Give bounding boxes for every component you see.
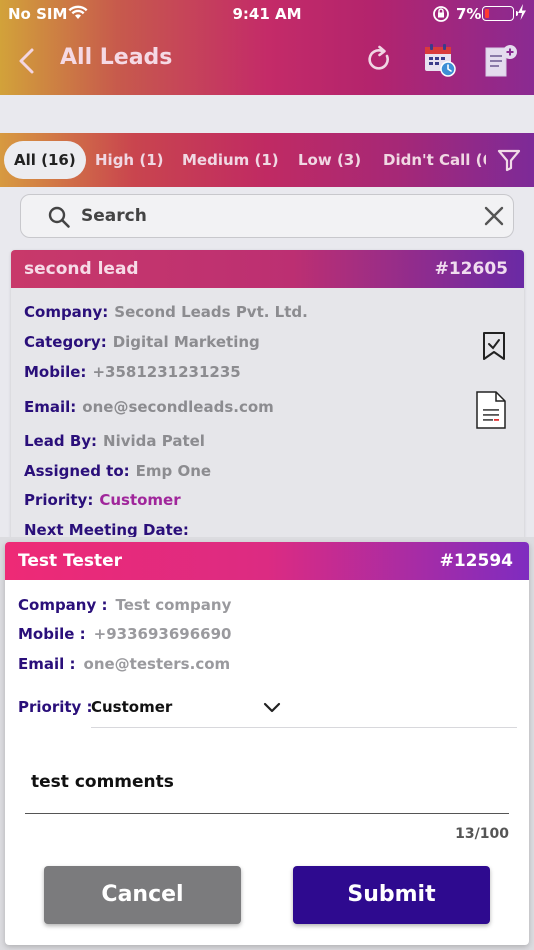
clear-search-icon[interactable] xyxy=(483,205,505,231)
refresh-icon[interactable] xyxy=(364,42,394,82)
lead-company-row: Company: Second Leads Pvt. Ltd. xyxy=(24,303,308,321)
add-note-icon[interactable] xyxy=(482,42,520,84)
filter-tab-medium[interactable]: Medium (1) xyxy=(182,141,279,179)
comment-char-counter: 13/100 xyxy=(455,826,509,842)
dialog-company-value: Test company xyxy=(115,596,232,614)
dialog-email-label: Email : xyxy=(18,655,76,673)
lead-mobile-label: Mobile: xyxy=(24,363,87,381)
battery-icon xyxy=(482,6,518,21)
priority-selected-value: Customer xyxy=(91,698,173,716)
search-input[interactable] xyxy=(81,203,461,229)
lead-assigned-label: Assigned to: xyxy=(24,462,130,480)
lead-mobile-row: Mobile: +3581231231235 xyxy=(24,363,241,381)
search-bar xyxy=(20,194,514,238)
lead-name: second lead xyxy=(24,259,139,279)
status-bar: No SIM 9:41 AM 7% xyxy=(0,0,534,28)
lead-email-value[interactable]: one@secondleads.com xyxy=(82,398,274,416)
bookmark-check-icon[interactable] xyxy=(480,330,508,366)
dialog-lead-name: Test Tester xyxy=(18,551,123,571)
filter-tab-all[interactable]: All (16) xyxy=(4,141,86,179)
lead-category-row: Category: Digital Marketing xyxy=(24,333,260,351)
lead-category-label: Category: xyxy=(24,333,107,351)
document-icon[interactable] xyxy=(474,390,508,434)
comment-text: test comments xyxy=(31,772,174,792)
dialog-email-value: one@testers.com xyxy=(83,655,231,673)
lead-company-label: Company: xyxy=(24,303,109,321)
lead-assigned-value: Emp One xyxy=(135,462,212,480)
update-lead-dialog: Test Tester #12594 Company : Test company… xyxy=(5,542,529,945)
dialog-company-row: Company : Test company xyxy=(18,596,231,614)
filter-tab-low[interactable]: Low (3) xyxy=(298,141,361,179)
lead-by-row: Lead By: Nivida Patel xyxy=(24,432,205,450)
lead-email-row: Email: one@secondleads.com xyxy=(24,398,274,416)
search-icon xyxy=(47,205,71,233)
lead-priority-label: Priority: xyxy=(24,491,94,509)
filter-tab-didnt-call[interactable]: Didn't Call (6 xyxy=(383,141,486,179)
lead-number: #12605 xyxy=(434,259,508,279)
app-header: No SIM 9:41 AM 7% All Leads xyxy=(0,0,534,95)
lead-company-value: Second Leads Pvt. Ltd. xyxy=(114,303,308,321)
lead-by-label: Lead By: xyxy=(24,432,98,450)
lead-category-value: Digital Marketing xyxy=(112,333,260,351)
dialog-mobile-label: Mobile : xyxy=(18,625,86,643)
lead-by-value: Nivida Patel xyxy=(103,432,205,450)
dialog-mobile-row: Mobile : +933693696690 xyxy=(18,625,231,643)
page-title: All Leads xyxy=(60,45,173,70)
battery-percent: 7% xyxy=(456,5,482,23)
comment-input[interactable]: test comments xyxy=(25,762,509,814)
lead-priority-value: Customer xyxy=(99,491,181,509)
dialog-lead-number: #12594 xyxy=(439,551,513,571)
filter-funnel-icon[interactable] xyxy=(496,147,522,177)
lead-priority-row: Priority: Customer xyxy=(24,491,181,509)
back-icon[interactable] xyxy=(14,46,40,76)
dialog-header: Test Tester #12594 xyxy=(5,542,529,580)
lead-email-label: Email: xyxy=(24,398,77,416)
dialog-mobile-value: +933693696690 xyxy=(93,625,232,643)
lead-card[interactable]: second lead #12605 Company: Second Leads … xyxy=(11,250,524,550)
priority-dropdown[interactable]: Customer xyxy=(91,694,517,728)
cancel-button[interactable]: Cancel xyxy=(44,866,241,924)
lead-assigned-row: Assigned to: Emp One xyxy=(24,462,211,480)
submit-button[interactable]: Submit xyxy=(293,866,490,924)
dialog-email-row: Email : one@testers.com xyxy=(18,655,230,673)
clock: 9:41 AM xyxy=(232,5,302,23)
dialog-priority-row: Priority : xyxy=(18,698,93,716)
dialog-company-label: Company : xyxy=(18,596,108,614)
filter-bar: All (16) High (1) Medium (1) Low (3) Did… xyxy=(0,133,534,187)
calendar-clock-icon[interactable] xyxy=(422,42,458,82)
chevron-down-icon xyxy=(263,700,281,719)
lead-card-header: second lead #12605 xyxy=(11,250,524,288)
lead-mobile-value[interactable]: +3581231231235 xyxy=(92,363,240,381)
dialog-priority-label: Priority : xyxy=(18,698,93,716)
filter-tabs: All (16) High (1) Medium (1) Low (3) Did… xyxy=(0,133,486,187)
filter-tab-high[interactable]: High (1) xyxy=(95,141,163,179)
charging-bolt-icon xyxy=(517,3,527,25)
rotation-lock-icon xyxy=(432,5,450,27)
